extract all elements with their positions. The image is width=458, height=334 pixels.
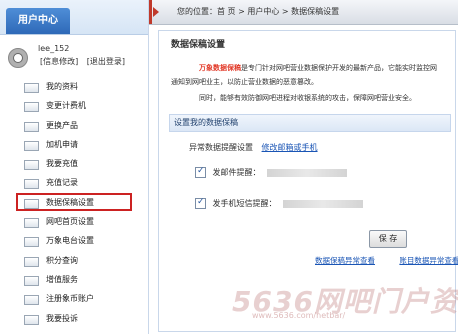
sidebar-item-label: 更换产品 — [46, 120, 78, 130]
list-icon — [24, 198, 39, 209]
avatar-icon — [8, 48, 28, 68]
user-links: [信息修改] [退出登录] — [40, 56, 131, 67]
check-icon: ✓ — [197, 197, 205, 207]
list-icon — [24, 179, 39, 190]
breadcrumb-bar: 您的位置：首 页 > 用户中心 > 数据保稿设置 — [149, 0, 458, 25]
sidebar-item-label: 数据保稿设置 — [46, 197, 94, 207]
sidebar-item-label: 我的资料 — [46, 82, 78, 91]
sidebar-item-label: 积分查询 — [46, 255, 78, 265]
page-title: 数据保稿设置 — [171, 40, 226, 50]
intro-text-rest: 是专门针对网吧营业数据保护开发的最新产品，它能实时监控网 — [241, 64, 437, 72]
list-icon — [24, 160, 39, 171]
sms-alert-label: 发手机短信提醒： — [212, 199, 277, 208]
section-header: 设置我的数据保稿 — [169, 114, 451, 132]
email-alert-row: ✓ 发邮件提醒： — [195, 166, 348, 178]
sidebar-item-radio-settings[interactable]: 万象电台设置 — [0, 231, 148, 250]
list-icon — [24, 218, 39, 229]
check-icon: ✓ — [197, 166, 205, 176]
email-alert-label: 发邮件提醒： — [212, 168, 261, 177]
username: lee_152 — [38, 44, 70, 53]
sidebar-item-register-account[interactable]: 注册象币账户 — [0, 289, 148, 308]
sidebar-item-label: 我要充值 — [46, 159, 78, 169]
sidebar-item-value-added[interactable]: 增值服务 — [0, 270, 148, 289]
sidebar-item-label: 我要投诉 — [46, 313, 78, 323]
sidebar-item-points[interactable]: 积分查询 — [0, 251, 148, 270]
phone-value-redacted — [283, 199, 364, 208]
email-alert-checkbox[interactable]: ✓ — [195, 166, 206, 178]
list-icon — [24, 256, 39, 267]
account-exception-link[interactable]: 账目数据异常查看 — [399, 256, 458, 265]
sidebar-item-label: 万象电台设置 — [46, 236, 94, 246]
sidebar-item-homepage-settings[interactable]: 网吧首页设置 — [0, 212, 148, 231]
sidebar: 用户中心 lee_152 [信息修改] [退出登录] 我的资料 变更计费机 更换… — [0, 0, 149, 334]
user-info: lee_152 [信息修改] [退出登录] — [8, 44, 143, 70]
sidebar-item-recharge-history[interactable]: 充值记录 — [0, 173, 148, 192]
list-icon — [24, 314, 39, 325]
sidebar-item-label: 增值服务 — [46, 274, 78, 284]
edit-info-link[interactable]: [信息修改] — [40, 57, 78, 66]
save-button[interactable]: 保 存 — [369, 230, 407, 248]
section-title: 设置我的数据保稿 — [174, 118, 238, 127]
intro-text-2: 通知到网吧业主，以防止营业数据的恶意篡改。 — [171, 78, 318, 86]
logout-link[interactable]: [退出登录] — [87, 57, 125, 66]
sidebar-item-label: 变更计费机 — [46, 101, 86, 111]
sidebar-header: 用户中心 — [0, 0, 148, 35]
breadcrumb: 您的位置：首 页 > 用户中心 > 数据保稿设置 — [177, 7, 340, 16]
sidebar-item-label: 充值记录 — [46, 178, 78, 188]
list-icon — [24, 275, 39, 286]
product-name: 万象数据保稿 — [199, 64, 241, 72]
list-icon — [24, 140, 39, 151]
list-icon — [24, 102, 39, 113]
list-icon — [24, 237, 39, 248]
arrow-icon — [153, 7, 159, 17]
sidebar-item-complaint[interactable]: 我要投诉 — [0, 309, 148, 328]
list-icon — [24, 295, 39, 306]
edit-contact-link[interactable]: 修改邮箱或手机 — [262, 143, 318, 152]
footer-links: 数据保稿异常查看 账目数据异常查看 — [315, 255, 458, 266]
sidebar-item-data-protection[interactable]: 数据保稿设置 — [0, 192, 148, 212]
list-icon — [24, 121, 39, 132]
tab-user-center[interactable]: 用户中心 — [6, 8, 70, 34]
sidebar-item-change-product[interactable]: 更换产品 — [0, 116, 148, 135]
list-icon — [24, 83, 39, 93]
alert-settings-row: 异常数据提醒设置 修改邮箱或手机 — [189, 142, 318, 153]
intro-text: 万象数据保稿是专门针对网吧营业数据保护开发的最新产品，它能实时监控网 — [199, 63, 437, 73]
sidebar-item-label: 网吧首页设置 — [46, 217, 94, 227]
data-exception-link[interactable]: 数据保稿异常查看 — [315, 256, 375, 265]
sidebar-item-my-profile[interactable]: 我的资料 — [0, 77, 148, 96]
sidebar-item-label: 注册象币账户 — [46, 294, 94, 304]
email-value-redacted — [267, 168, 348, 177]
accent-stripe — [149, 0, 152, 24]
watermark-url: www.5636.com/netbar/ — [252, 311, 346, 320]
sidebar-item-change-billing[interactable]: 变更计费机 — [0, 96, 148, 115]
sms-alert-checkbox[interactable]: ✓ — [195, 197, 206, 209]
intro-text-3: 同时，能够有效防御网吧进程对收银系统的攻击，保障网吧营业安全。 — [199, 94, 416, 102]
sidebar-item-recharge[interactable]: 我要充值 — [0, 154, 148, 173]
sidebar-item-add-machine[interactable]: 加机申请 — [0, 135, 148, 154]
sidebar-menu: 我的资料 变更计费机 更换产品 加机申请 我要充值 充值记录 数据保稿设置 网吧… — [0, 77, 148, 328]
alert-label: 异常数据提醒设置 — [189, 143, 253, 152]
sidebar-item-label: 加机申请 — [46, 139, 78, 149]
sms-alert-row: ✓ 发手机短信提醒： — [195, 197, 364, 209]
